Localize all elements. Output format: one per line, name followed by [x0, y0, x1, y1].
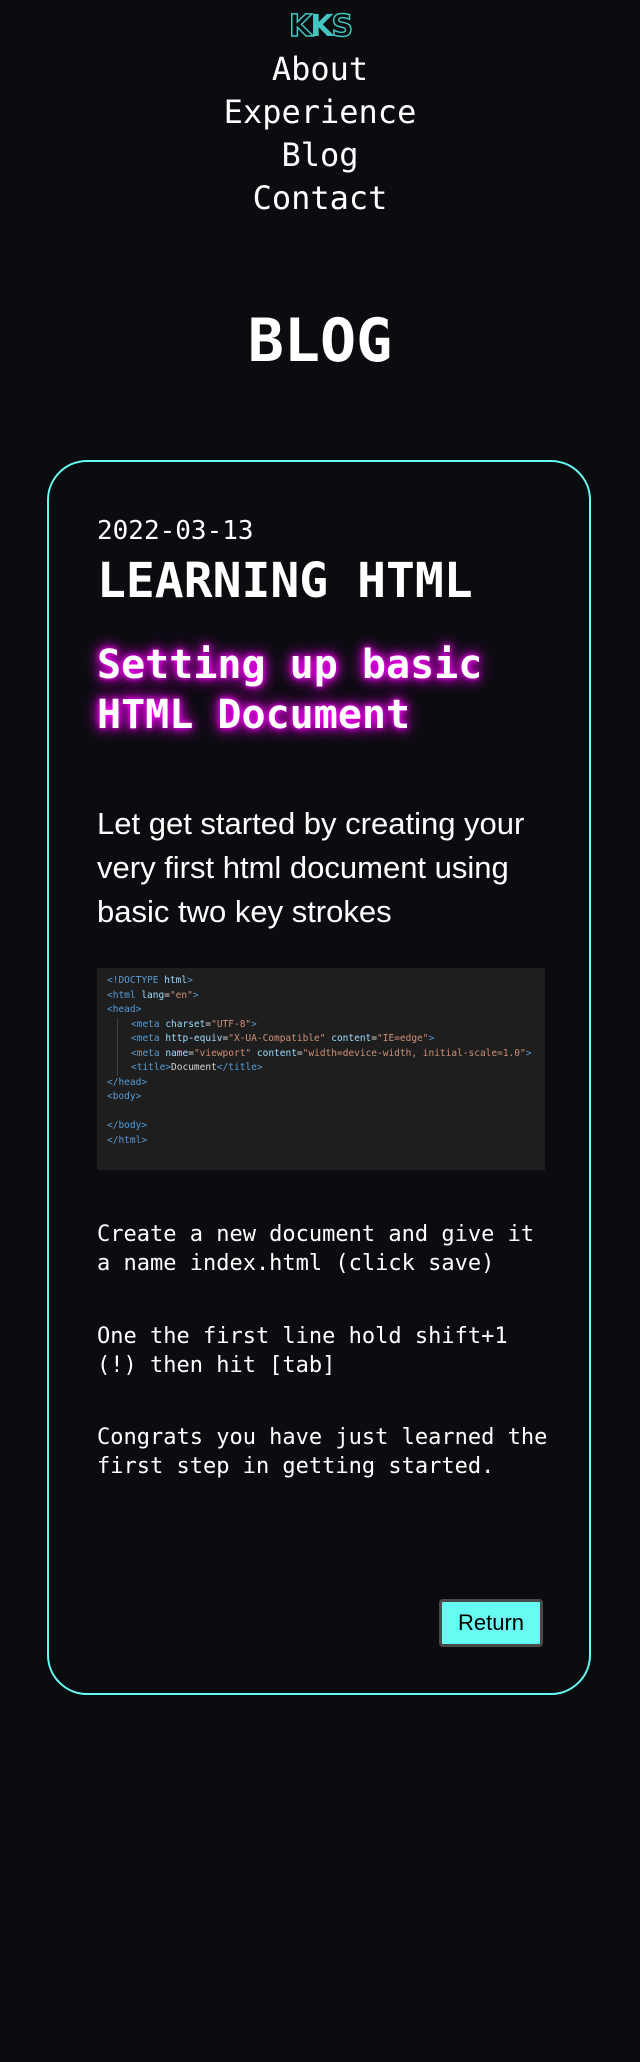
- code-line: <head>: [107, 1004, 142, 1015]
- code-line: <!DOCTYPE html>: [107, 975, 193, 986]
- nav-link-contact[interactable]: Contact: [0, 177, 640, 220]
- site-logo[interactable]: KKS: [0, 9, 640, 45]
- code-line: </head>: [107, 1076, 148, 1088]
- code-line: <body>: [107, 1091, 142, 1102]
- code-line: </body>: [107, 1120, 148, 1131]
- nav-link-about[interactable]: About: [0, 48, 640, 91]
- post-step-3: Congrats you have just learned the first…: [97, 1425, 548, 1479]
- post-step-1: Create a new document and give it a name…: [97, 1222, 535, 1276]
- post-date: 2022-03-13: [97, 516, 254, 546]
- post-subtitle: Setting up basic HTML Document: [97, 642, 483, 738]
- code-screenshot: <!DOCTYPE html> <html lang="en"> <head> …: [97, 968, 545, 1170]
- code-line: <meta charset="UTF-8">: [117, 1017, 535, 1032]
- logo-letter: S: [331, 9, 354, 45]
- code-line: </html>: [107, 1134, 148, 1146]
- nav-link-experience[interactable]: Experience: [0, 91, 640, 134]
- code-line: <title>Document</title>: [117, 1061, 535, 1076]
- code-line: <html lang="en">: [107, 989, 199, 1001]
- logo-letter: K: [288, 9, 313, 45]
- blog-post-card: 2022-03-13 LEARNING HTML Setting up basi…: [47, 460, 591, 1695]
- code-line: <meta http-equiv="X-UA-Compatible" conte…: [117, 1032, 535, 1047]
- main-nav: About Experience Blog Contact: [0, 48, 640, 220]
- post-intro: Let get started by creating your very fi…: [97, 806, 525, 929]
- code-line: <meta name="viewport" content="width=dev…: [117, 1046, 535, 1061]
- post-step-2: One the first line hold shift+1 (!) then…: [97, 1324, 508, 1378]
- return-button[interactable]: Return: [439, 1599, 543, 1647]
- logo-letter: K: [310, 9, 333, 44]
- nav-link-blog[interactable]: Blog: [0, 134, 640, 177]
- page-title: BLOG: [247, 306, 393, 376]
- post-title: LEARNING HTML: [97, 553, 473, 609]
